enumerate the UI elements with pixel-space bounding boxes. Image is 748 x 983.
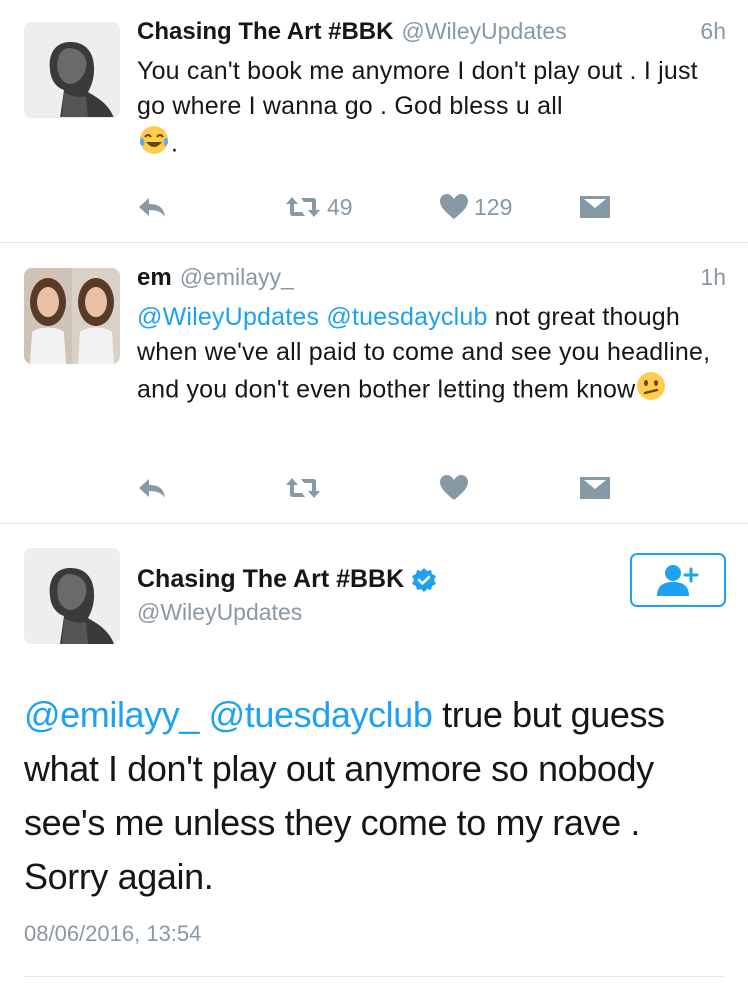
retweet-button[interactable] [285, 473, 321, 503]
avatar-photo [24, 548, 120, 644]
like-button[interactable]: 129 [440, 192, 512, 222]
user-handle[interactable]: @WileyUpdates [137, 599, 302, 626]
mention-link[interactable]: @emilayy_ [24, 694, 199, 735]
direct-message-icon [580, 196, 610, 218]
like-icon [440, 194, 468, 219]
mention-link[interactable]: @tuesdayclub [209, 694, 433, 735]
tears-of-joy-emoji [137, 124, 171, 166]
direct-message-icon [580, 477, 610, 499]
tweet-header: em @emilayy_ 1h [137, 264, 726, 300]
follow-button[interactable] [630, 553, 726, 607]
like-button[interactable] [440, 473, 468, 503]
tweet-time[interactable]: 1h [700, 264, 726, 291]
avatar[interactable] [24, 548, 120, 644]
retweet-icon [286, 197, 320, 217]
tweet-text: You can't book me anymore I don't play o… [137, 54, 726, 166]
retweet-button[interactable]: 49 [285, 192, 353, 222]
like-icon [440, 475, 468, 500]
main-user-name-row: Chasing The Art #BBK [137, 565, 437, 594]
user-name[interactable]: em [137, 264, 172, 292]
like-count: 129 [474, 193, 513, 220]
tweet-time[interactable]: 6h [700, 18, 726, 45]
main-tweet-text: @emilayy_ @tuesdayclub true but guess wh… [24, 688, 724, 904]
avatar[interactable] [24, 268, 120, 364]
direct-message-button[interactable] [580, 192, 610, 222]
tweet-2-content: em @emilayy_ 1h @WileyUpdates @tuesdaycl… [137, 264, 726, 412]
reply-button[interactable] [137, 192, 167, 222]
reply-icon [139, 198, 165, 217]
tweet-actions: 49 129 [137, 192, 617, 222]
user-name[interactable]: Chasing The Art #BBK [137, 565, 404, 594]
user-name[interactable]: Chasing The Art #BBK [137, 18, 393, 46]
avatar-photo [24, 268, 120, 364]
tweet-timestamp: 08/06/2016, 13:54 [24, 921, 202, 946]
tweet-body-suffix: . [171, 129, 179, 158]
divider [24, 976, 724, 977]
mention-link[interactable]: @tuesdayclub [326, 303, 487, 331]
confused-face-emoji [635, 370, 667, 412]
retweet-icon [286, 478, 320, 498]
reply-icon [139, 479, 165, 498]
tweet-header: Chasing The Art #BBK @WileyUpdates 6h [137, 18, 726, 54]
verified-badge-icon [412, 567, 437, 592]
retweet-count: 49 [327, 193, 353, 220]
follow-icon [657, 565, 699, 596]
user-handle[interactable]: @emilayy_ [180, 264, 294, 291]
tweet-text: @WileyUpdates @tuesdayclub not great tho… [137, 300, 726, 412]
reply-button[interactable] [137, 473, 167, 503]
avatar[interactable] [24, 22, 120, 118]
mention-link[interactable]: @WileyUpdates [137, 303, 319, 331]
tweet-1-content: Chasing The Art #BBK @WileyUpdates 6h Yo… [137, 18, 726, 166]
tweet-actions [137, 473, 617, 503]
avatar-photo [24, 22, 120, 117]
direct-message-button[interactable] [580, 473, 610, 503]
tweet-body: You can't book me anymore I don't play o… [137, 57, 698, 120]
user-handle[interactable]: @WileyUpdates [401, 18, 566, 45]
